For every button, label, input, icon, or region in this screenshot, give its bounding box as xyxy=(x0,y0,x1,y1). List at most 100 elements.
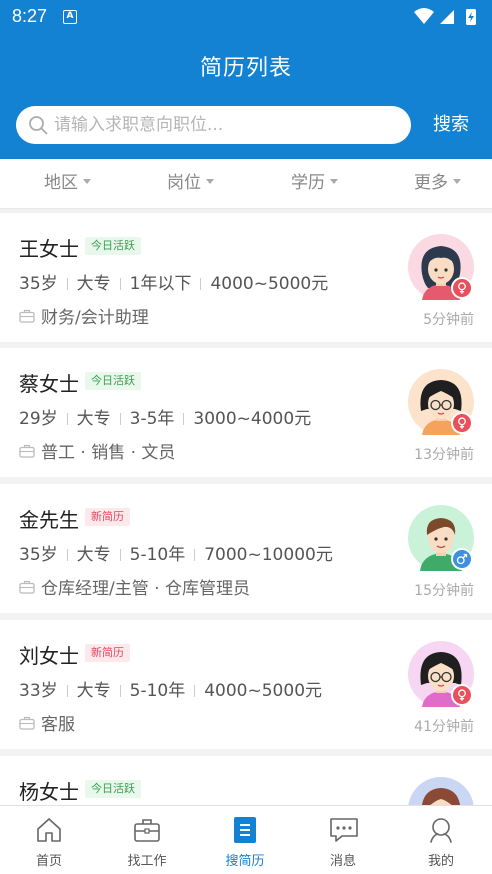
desired-jobs: 仓库经理/主管 · 仓库管理员 xyxy=(19,574,250,599)
tab-find-job[interactable]: 找工作 xyxy=(98,806,196,874)
candidate-info: 29岁 大专 3-5年 3000~4000元 xyxy=(19,404,311,429)
search-box[interactable] xyxy=(16,106,411,144)
message-icon xyxy=(330,818,358,842)
status-badge: 今日活跃 xyxy=(85,372,141,390)
divider xyxy=(66,278,68,290)
status-badge: 新简历 xyxy=(85,644,130,662)
candidate-salary: 3000~4000元 xyxy=(193,409,312,429)
candidate-experience: 3-5年 xyxy=(129,409,175,429)
resume-icon xyxy=(234,817,256,843)
desired-jobs: 客服 xyxy=(19,710,75,735)
female-icon xyxy=(451,684,473,706)
status-badge: 今日活跃 xyxy=(85,780,141,798)
search-button[interactable]: 搜索 xyxy=(422,106,480,144)
filter-region[interactable]: 地区 xyxy=(44,159,91,209)
tab-messages[interactable]: 消息 xyxy=(294,806,392,874)
tab-home[interactable]: 首页 xyxy=(0,806,98,874)
candidate-info: 35岁 大专 1年以下 4000~5000元 xyxy=(19,269,328,294)
tab-profile[interactable]: 我的 xyxy=(392,806,490,874)
candidate-age: 35岁 xyxy=(19,545,58,565)
filter-more[interactable]: 更多 xyxy=(414,159,461,209)
candidate-experience: 1年以下 xyxy=(129,274,192,294)
candidate-name: 金先生 xyxy=(19,508,79,532)
update-time: 41分钟前 xyxy=(414,719,474,735)
candidate-education: 大专 xyxy=(76,545,111,565)
filter-position[interactable]: 岗位 xyxy=(167,159,214,209)
candidate-salary: 4000~5000元 xyxy=(204,681,323,701)
resume-card[interactable]: 蔡女士 今日活跃 29岁 大专 3-5年 3000~4000元 普工 · 销售 · 文… xyxy=(0,348,492,477)
filter-label: 地区 xyxy=(44,173,78,193)
jobs-text: 客服 xyxy=(41,715,75,735)
status-icons xyxy=(414,8,476,25)
divider xyxy=(119,549,121,561)
divider xyxy=(194,549,196,561)
divider xyxy=(66,549,68,561)
desired-jobs: 财务/会计助理 xyxy=(19,303,149,328)
jobs-text: 财务/会计助理 xyxy=(41,308,149,328)
candidate-info: 33岁 大专 5-10年 4000~5000元 xyxy=(19,676,322,701)
briefcase-icon xyxy=(19,580,35,594)
caret-down-icon xyxy=(453,178,461,184)
briefcase-icon xyxy=(134,819,160,842)
candidate-name: 杨女士 xyxy=(19,780,79,804)
search-icon xyxy=(29,116,48,135)
candidate-name: 蔡女士 xyxy=(19,372,79,396)
tab-search-resume[interactable]: 搜简历 xyxy=(196,806,294,874)
briefcase-icon xyxy=(19,309,35,323)
page-title: 简历列表 xyxy=(199,56,292,81)
candidate-education: 大专 xyxy=(76,274,111,294)
candidate-age: 29岁 xyxy=(19,409,58,429)
filter-bar: 地区 岗位 学历 更多 xyxy=(0,159,492,209)
divider xyxy=(66,685,68,697)
status-bar: 8:27 A xyxy=(0,0,492,34)
status-badge: 今日活跃 xyxy=(85,237,141,255)
resume-card[interactable]: 王女士 今日活跃 35岁 大专 1年以下 4000~5000元 财务/会计助理 5分钟… xyxy=(0,213,492,342)
candidate-education: 大专 xyxy=(76,409,111,429)
app-notification-icon: A xyxy=(63,10,77,24)
briefcase-icon xyxy=(19,444,35,458)
search-input[interactable] xyxy=(54,106,404,144)
divider xyxy=(66,413,68,425)
jobs-text: 普工 · 销售 · 文员 xyxy=(41,443,176,463)
candidate-age: 33岁 xyxy=(19,681,58,701)
status-time: 8:27 xyxy=(12,6,48,26)
filter-label: 岗位 xyxy=(167,173,201,193)
tab-label: 我的 xyxy=(427,854,454,869)
divider xyxy=(119,413,121,425)
divider xyxy=(200,278,202,290)
home-icon xyxy=(37,818,61,842)
candidate-name: 刘女士 xyxy=(19,644,79,668)
candidate-education: 大专 xyxy=(76,681,111,701)
candidate-salary: 7000~10000元 xyxy=(204,545,333,565)
female-icon xyxy=(451,412,473,434)
update-time: 15分钟前 xyxy=(414,583,474,599)
caret-down-icon xyxy=(83,178,91,184)
filter-education[interactable]: 学历 xyxy=(291,159,338,209)
filter-label: 更多 xyxy=(414,173,448,193)
status-badge: 新简历 xyxy=(85,508,130,526)
female-icon xyxy=(451,277,473,299)
tab-label: 消息 xyxy=(329,854,356,869)
resume-card[interactable]: 金先生 新简历 35岁 大专 5-10年 7000~10000元 仓库经理/主管 · … xyxy=(0,484,492,613)
tab-label: 首页 xyxy=(35,854,62,869)
profile-icon xyxy=(430,818,452,843)
tab-label: 找工作 xyxy=(127,854,167,869)
candidate-experience: 5-10年 xyxy=(129,681,186,701)
candidate-info: 35岁 大专 5-10年 7000~10000元 xyxy=(19,540,333,565)
caret-down-icon xyxy=(206,178,214,184)
filter-label: 学历 xyxy=(291,173,325,193)
candidate-experience: 5-10年 xyxy=(129,545,186,565)
resume-card[interactable]: 刘女士 新简历 33岁 大专 5-10年 4000~5000元 客服 41分钟前 xyxy=(0,620,492,749)
update-time: 13分钟前 xyxy=(414,447,474,463)
candidate-age: 35岁 xyxy=(19,274,58,294)
briefcase-icon xyxy=(19,716,35,730)
update-time: 5分钟前 xyxy=(423,312,474,328)
candidate-name: 王女士 xyxy=(19,237,79,261)
candidate-salary: 4000~5000元 xyxy=(210,274,329,294)
divider xyxy=(183,413,185,425)
divider xyxy=(194,685,196,697)
jobs-text: 仓库经理/主管 · 仓库管理员 xyxy=(41,579,250,599)
male-icon xyxy=(451,548,473,570)
tab-label: 搜简历 xyxy=(225,854,265,869)
desired-jobs: 普工 · 销售 · 文员 xyxy=(19,438,175,463)
